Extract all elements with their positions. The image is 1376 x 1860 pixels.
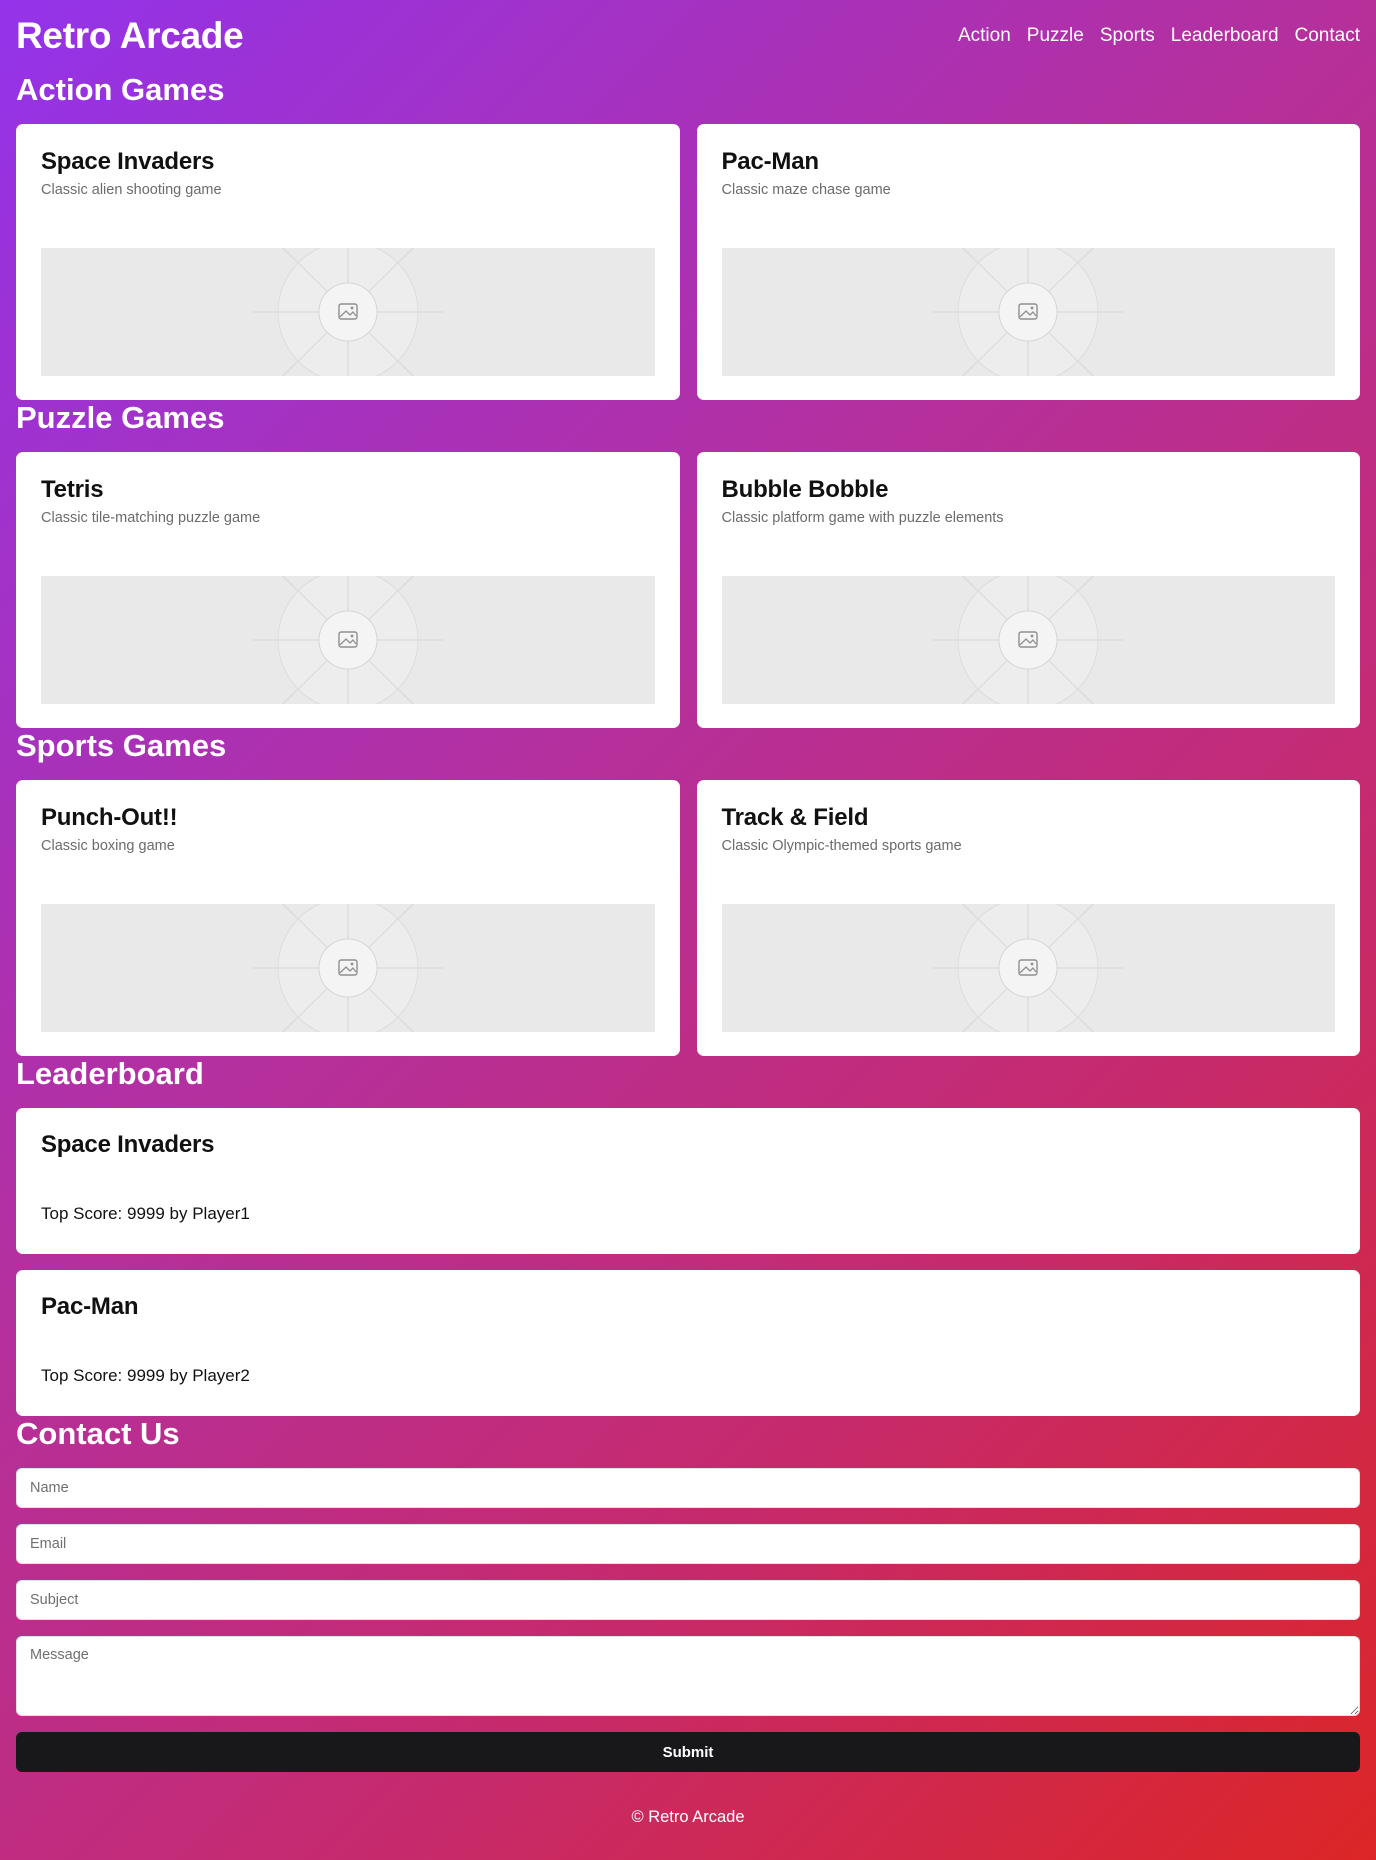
game-card-tetris[interactable]: Tetris Classic tile-matching puzzle game (16, 452, 680, 728)
game-card-track-and-field[interactable]: Track & Field Classic Olympic-themed spo… (696, 780, 1360, 1056)
section-title-action: Action Games (16, 72, 225, 107)
game-card-space-invaders[interactable]: Space Invaders Classic alien shooting ga… (16, 124, 680, 400)
game-thumbnail (721, 248, 1335, 376)
section-title-puzzle: Puzzle Games (16, 400, 225, 435)
leaderboard-game: Pac-Man (41, 1293, 139, 1320)
section-title-sports: Sports Games (16, 728, 227, 763)
image-placeholder-icon (252, 904, 443, 1032)
game-thumbnail (41, 576, 655, 704)
contact-section: Contact Us Submit (16, 1416, 1360, 1772)
game-thumbnail (41, 248, 655, 376)
leaderboard-section: Leaderboard Space Invaders Top Score: 99… (16, 1056, 1360, 1416)
game-title: Bubble Bobble (721, 476, 889, 503)
nav-leaderboard[interactable]: Leaderboard (1171, 25, 1279, 47)
game-title: Track & Field (721, 804, 869, 831)
site-header: Retro Arcade Action Puzzle Sports Leader… (16, 0, 1360, 72)
nav-action[interactable]: Action (958, 25, 1011, 47)
contact-form: Submit (16, 1468, 1360, 1772)
game-title: Punch-Out!! (41, 804, 178, 831)
game-thumbnail (721, 904, 1335, 1032)
image-placeholder-icon (933, 248, 1124, 376)
site-footer: © Retro Arcade (631, 1808, 745, 1826)
subject-field[interactable] (16, 1580, 1360, 1620)
game-description: Classic tile-matching puzzle game (41, 510, 261, 526)
section-title-contact: Contact Us (16, 1416, 180, 1451)
email-field[interactable] (16, 1524, 1360, 1564)
puzzle-section: Puzzle Games Tetris Classic tile-matchin… (16, 400, 1360, 728)
game-card-pac-man[interactable]: Pac-Man Classic maze chase game (696, 124, 1360, 400)
message-field[interactable] (16, 1636, 1360, 1716)
game-description: Classic Olympic-themed sports game (721, 838, 962, 854)
submit-button[interactable]: Submit (16, 1732, 1360, 1772)
game-card-punch-out[interactable]: Punch-Out!! Classic boxing game (16, 780, 680, 1056)
game-description: Classic platform game with puzzle elemen… (721, 510, 1004, 526)
image-placeholder-icon (252, 248, 443, 376)
leaderboard-score: Top Score: 9999 by Player2 (41, 1366, 250, 1385)
image-placeholder-icon (933, 904, 1124, 1032)
section-title-leaderboard: Leaderboard (16, 1056, 204, 1091)
sports-section: Sports Games Punch-Out!! Classic boxing … (16, 728, 1360, 1056)
main-nav: Action Puzzle Sports Leaderboard Contact (958, 25, 1360, 47)
leaderboard-game: Space Invaders (41, 1131, 215, 1158)
leaderboard-entry: Space Invaders Top Score: 9999 by Player… (16, 1108, 1360, 1254)
nav-contact[interactable]: Contact (1295, 25, 1360, 47)
game-description: Classic boxing game (41, 838, 175, 854)
name-field[interactable] (16, 1468, 1360, 1508)
leaderboard-score: Top Score: 9999 by Player1 (41, 1204, 250, 1223)
action-section: Action Games Space Invaders Classic alie… (16, 72, 1360, 400)
image-placeholder-icon (933, 576, 1124, 704)
game-thumbnail (721, 576, 1335, 704)
game-description: Classic maze chase game (721, 182, 891, 198)
nav-puzzle[interactable]: Puzzle (1027, 25, 1084, 47)
game-card-bubble-bobble[interactable]: Bubble Bobble Classic platform game with… (696, 452, 1360, 728)
image-placeholder-icon (252, 576, 443, 704)
nav-sports[interactable]: Sports (1100, 25, 1155, 47)
game-thumbnail (41, 904, 655, 1032)
game-title: Tetris (41, 476, 104, 503)
game-title: Space Invaders (41, 148, 215, 175)
site-title: Retro Arcade (16, 15, 244, 56)
leaderboard-entry: Pac-Man Top Score: 9999 by Player2 (16, 1270, 1360, 1416)
game-description: Classic alien shooting game (41, 182, 222, 198)
game-title: Pac-Man (721, 148, 819, 175)
